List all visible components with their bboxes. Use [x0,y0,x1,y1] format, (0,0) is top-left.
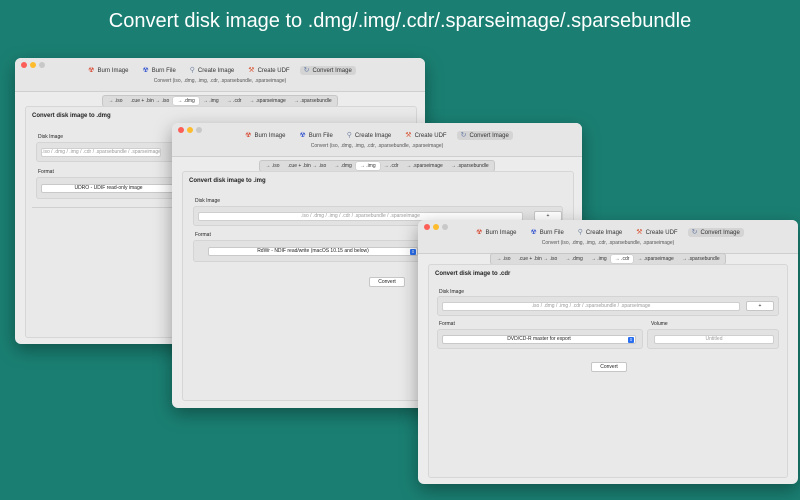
toolbar-burn-image[interactable]: ☢ Burn Image [84,66,132,75]
toolbar-burn-file[interactable]: ☢ Burn File [526,228,567,237]
burn-file-icon: ☢ [530,229,537,236]
subtitle: Convert (iso, .dmg, .img, .cdr, .sparseb… [310,143,444,149]
tab-dmg[interactable]: → .dmg [561,255,587,263]
panel-title: Convert disk image to .cdr [435,271,511,277]
volume-box: Untitled [647,329,779,349]
subtitle: Convert (iso, .dmg, .img, .cdr, .sparseb… [541,240,675,246]
panel-title: Convert disk image to .img [189,178,266,184]
tab-sparseimage[interactable]: → .sparseimage [633,255,677,263]
format-select[interactable]: DVD/CD-R master for export ⇕ [442,335,636,344]
convert-panel: Convert disk image to .cdr Disk Image .i… [428,264,788,478]
disk-image-field[interactable]: .iso / .dmg / .img / .cdr / .sparsebundl… [41,148,161,157]
format-select[interactable]: UDRO - UDIF read-only image [41,184,176,193]
tab-sparsebundle[interactable]: → .sparsebundle [290,97,336,105]
tab-iso[interactable]: → .iso [104,97,126,105]
tab-iso[interactable]: → .iso [492,255,514,263]
tab-cdr[interactable]: → .cdr [610,255,634,263]
toolbar-burn-file[interactable]: ☢ Burn File [138,66,179,75]
volume-field[interactable]: Untitled [654,335,774,344]
toolbar: ☢ Burn Image ☢ Burn File ⚲ Create Image ⚒ Cr… [15,66,425,75]
tab-sparseimage[interactable]: → .sparseimage [245,97,289,105]
create-image-icon: ⚲ [346,132,352,139]
tab-sparseimage[interactable]: → .sparseimage [402,162,446,170]
tab-img[interactable]: → .img [355,162,380,170]
format-select[interactable]: RdWr - NDIF read/write (macOS 10.15 and … [208,247,418,256]
disk-image-box: .iso / .dmg / .img / .cdr / .sparsebundl… [437,296,779,316]
toolbar: ☢ Burn Image ☢ Burn File ⚲ Create Image ⚒ Cr… [172,131,582,140]
convert-icon: ↻ [691,229,698,236]
tab-iso[interactable]: → .iso [261,162,283,170]
tab-img[interactable]: → .img [199,97,223,105]
divider [32,207,182,208]
create-udf-icon: ⚒ [636,229,643,236]
toolbar-convert-image[interactable]: ↻ Convert Image [456,131,513,140]
burn-file-icon: ☢ [299,132,306,139]
toolbar-create-image[interactable]: ⚲ Create Image [343,131,396,140]
volume-label: Volume [651,321,668,327]
disk-image-label: Disk Image [195,198,221,204]
tab-sparsebundle[interactable]: → .sparsebundle [447,162,493,170]
disk-image-label: Disk Image [439,289,465,295]
headline: Convert disk image to .dmg/.img/.cdr/.sp… [108,10,692,32]
panel-title: Convert disk image to .dmg [32,113,111,119]
burn-icon: ☢ [476,229,483,236]
toolbar-burn-image[interactable]: ☢ Burn Image [472,228,520,237]
toolbar-create-image[interactable]: ⚲ Create Image [186,66,239,75]
toolbar-convert-image[interactable]: ↻ Convert Image [687,228,744,237]
toolbar-create-udf[interactable]: ⚒ Create UDF [244,66,293,75]
tab-cdr[interactable]: → .cdr [223,97,246,105]
subtitle: Convert (iso, .dmg, .img, .cdr, .sparseb… [153,78,287,84]
format-label: Format [195,232,211,238]
title-bar: ☢ Burn Image ☢ Burn File ⚲ Create Image ⚒ Cr… [172,123,582,157]
burn-icon: ☢ [88,67,95,74]
toolbar-burn-file[interactable]: ☢ Burn File [295,131,336,140]
toolbar: ☢ Burn Image ☢ Burn File ⚲ Create Image ⚒ Cr… [418,228,798,237]
chevron-updown-icon: ⇕ [410,249,416,255]
add-button[interactable]: + [746,301,774,311]
format-label: Format [439,321,455,327]
chevron-updown-icon: ⇕ [628,337,634,343]
create-image-icon: ⚲ [189,67,195,74]
tab-dmg[interactable]: → .dmg [330,162,356,170]
tab-cue-bin-iso[interactable]: .cue + .bin → .iso [127,97,174,105]
tab-sparsebundle[interactable]: → .sparsebundle [678,255,724,263]
disk-image-label: Disk Image [38,134,64,140]
title-bar: ☢ Burn Image ☢ Burn File ⚲ Create Image ⚒ Cr… [15,58,425,92]
create-udf-icon: ⚒ [248,67,255,74]
burn-file-icon: ☢ [142,67,149,74]
tab-cue-bin-iso[interactable]: .cue + .bin → .iso [284,162,331,170]
convert-button[interactable]: Convert [591,362,627,372]
window-convert-cdr: ☢ Burn Image ☢ Burn File ⚲ Create Image ⚒ Cr… [418,220,798,484]
tab-dmg[interactable]: → .dmg [173,97,199,105]
tab-cue-bin-iso[interactable]: .cue + .bin → .iso [515,255,562,263]
create-udf-icon: ⚒ [405,132,412,139]
format-label: Format [38,169,54,175]
convert-button[interactable]: Convert [369,277,405,287]
tab-img[interactable]: → .img [587,255,611,263]
title-bar: ☢ Burn Image ☢ Burn File ⚲ Create Image ⚒ Cr… [418,220,798,254]
tab-cdr[interactable]: → .cdr [380,162,403,170]
create-image-icon: ⚲ [577,229,583,236]
toolbar-create-udf[interactable]: ⚒ Create UDF [401,131,450,140]
convert-icon: ↻ [303,67,310,74]
convert-icon: ↻ [460,132,467,139]
format-box: DVD/CD-R master for export ⇕ [437,329,643,349]
burn-icon: ☢ [245,132,252,139]
toolbar-convert-image[interactable]: ↻ Convert Image [299,66,356,75]
toolbar-create-udf[interactable]: ⚒ Create UDF [632,228,681,237]
toolbar-burn-image[interactable]: ☢ Burn Image [241,131,289,140]
disk-image-field[interactable]: .iso / .dmg / .img / .cdr / .sparsebundl… [442,302,740,311]
toolbar-create-image[interactable]: ⚲ Create Image [574,228,627,237]
